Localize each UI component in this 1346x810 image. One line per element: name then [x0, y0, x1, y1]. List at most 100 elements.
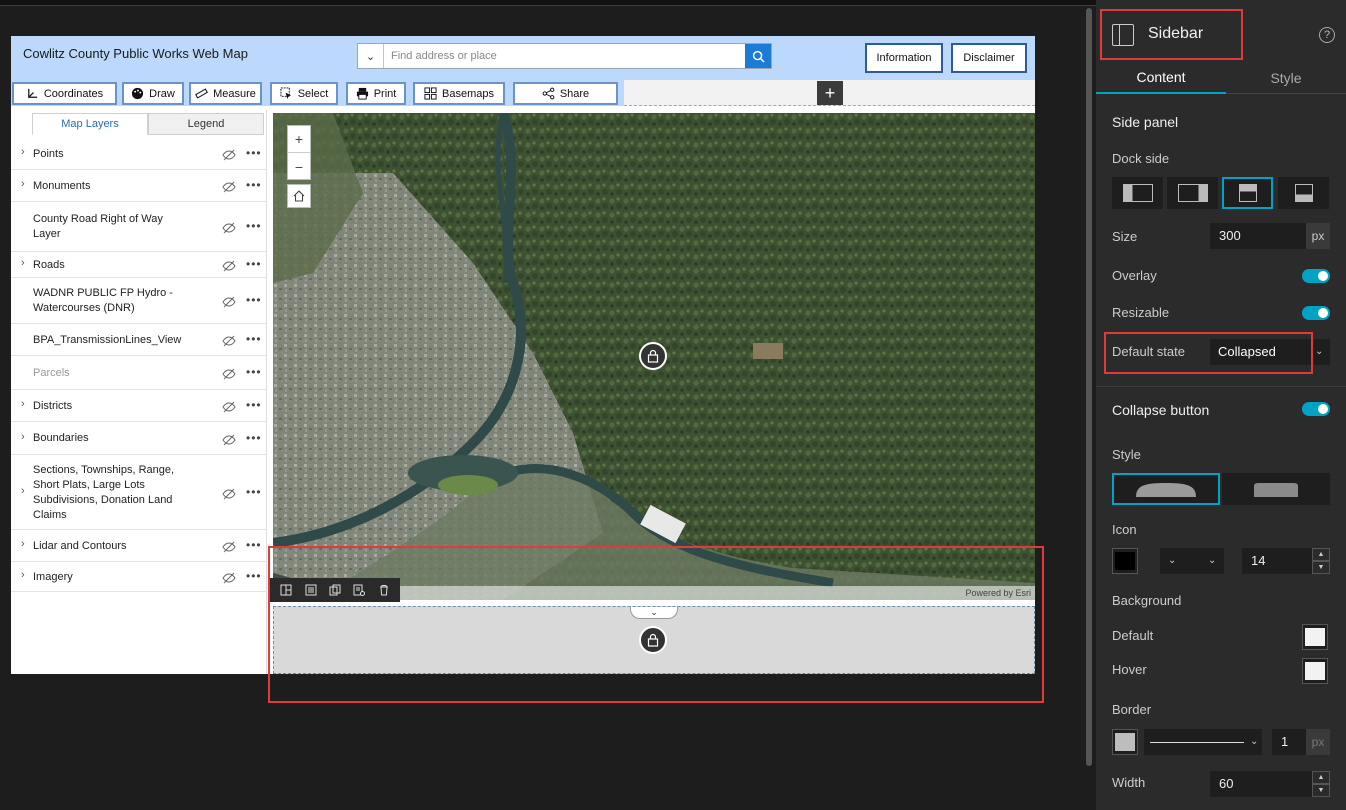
width-stepper[interactable]: ▲ ▼: [1312, 771, 1330, 797]
layer-row[interactable]: › Sections, Townships, Range, Short Plats…: [11, 455, 267, 530]
layer-row[interactable]: › Lidar and Contours •••: [11, 530, 267, 562]
more-options-icon[interactable]: •••: [246, 293, 262, 307]
canvas-scrollbar[interactable]: [1086, 8, 1092, 766]
more-options-icon[interactable]: •••: [246, 332, 262, 346]
collapse-button[interactable]: ⌄: [630, 607, 678, 619]
search-button[interactable]: [745, 44, 771, 68]
chevron-right-icon[interactable]: ›: [21, 569, 25, 581]
border-color-swatch[interactable]: [1112, 729, 1138, 755]
layer-row[interactable]: › Roads •••: [11, 252, 267, 278]
zoom-out-button[interactable]: −: [288, 153, 310, 180]
visibility-off-icon[interactable]: [222, 295, 236, 308]
list-icon[interactable]: [304, 583, 318, 597]
measure-button[interactable]: Measure: [189, 82, 262, 105]
tab-content[interactable]: Content: [1096, 62, 1226, 94]
dock-bottom-option[interactable]: [1278, 177, 1329, 209]
lock-icon[interactable]: [639, 626, 667, 654]
overlay-toggle[interactable]: [1302, 269, 1330, 283]
layer-row[interactable]: County Road Right of Way Layer •••: [11, 202, 267, 252]
icon-size-input[interactable]: 14: [1242, 548, 1312, 574]
trash-icon[interactable]: [377, 583, 391, 597]
dock-left-option[interactable]: [1112, 177, 1163, 209]
style-square-option[interactable]: [1222, 473, 1330, 505]
visibility-off-icon[interactable]: [222, 221, 236, 234]
share-button[interactable]: Share: [513, 82, 618, 105]
visibility-off-icon[interactable]: [222, 259, 236, 272]
print-button[interactable]: Print: [346, 82, 406, 105]
chevron-right-icon[interactable]: ›: [21, 146, 25, 158]
layout-settings-icon[interactable]: [279, 583, 293, 597]
visibility-off-icon[interactable]: [222, 148, 236, 161]
icon-size-stepper[interactable]: ▲ ▼: [1312, 548, 1330, 574]
layer-row[interactable]: › Imagery •••: [11, 562, 267, 592]
more-options-icon[interactable]: •••: [246, 398, 262, 412]
chevron-up-icon[interactable]: ▲: [1312, 771, 1330, 784]
chevron-right-icon[interactable]: ›: [21, 398, 25, 410]
layer-row[interactable]: WADNR PUBLIC FP Hydro - Watercourses (DN…: [11, 278, 267, 324]
visibility-off-icon[interactable]: [222, 571, 236, 584]
chevron-down-icon[interactable]: ▼: [1312, 784, 1330, 797]
default-state-select[interactable]: Collapsed: [1210, 339, 1330, 365]
chevron-down-icon[interactable]: ▼: [1312, 561, 1330, 574]
visibility-off-icon[interactable]: [222, 180, 236, 193]
disclaimer-button[interactable]: Disclaimer: [951, 43, 1027, 73]
visibility-off-icon[interactable]: [222, 400, 236, 413]
search-box[interactable]: ⌄ Find address or place: [357, 43, 772, 69]
border-width-input[interactable]: 1: [1272, 729, 1306, 755]
lock-icon[interactable]: [639, 342, 667, 370]
resizable-toggle[interactable]: [1302, 306, 1330, 320]
chevron-right-icon[interactable]: ›: [21, 178, 25, 190]
collapse-button-toggle[interactable]: [1302, 402, 1330, 416]
dock-right-option[interactable]: [1167, 177, 1218, 209]
zoom-in-button[interactable]: +: [288, 126, 310, 153]
style-rounded-option[interactable]: [1112, 473, 1220, 505]
search-input[interactable]: Find address or place: [384, 44, 745, 68]
layer-row[interactable]: Parcels •••: [11, 356, 267, 390]
draw-button[interactable]: Draw: [122, 82, 184, 105]
layer-row[interactable]: BPA_TransmissionLines_View •••: [11, 324, 267, 356]
tab-style[interactable]: Style: [1226, 62, 1346, 94]
dock-top-option[interactable]: [1222, 177, 1273, 209]
visibility-off-icon[interactable]: [222, 540, 236, 553]
more-options-icon[interactable]: •••: [246, 257, 262, 271]
bg-default-swatch[interactable]: [1302, 624, 1328, 650]
add-widget-button[interactable]: +: [817, 81, 843, 105]
size-unit[interactable]: px: [1306, 223, 1330, 249]
chevron-right-icon[interactable]: ›: [21, 257, 25, 269]
tab-legend[interactable]: Legend: [148, 113, 264, 135]
remove-from-layout-icon[interactable]: [352, 583, 366, 597]
chevron-right-icon[interactable]: ›: [21, 431, 25, 443]
help-icon[interactable]: ?: [1319, 27, 1335, 43]
border-unit[interactable]: px: [1306, 729, 1330, 755]
chevron-right-icon[interactable]: ›: [21, 538, 25, 550]
more-options-icon[interactable]: •••: [246, 569, 262, 583]
home-button[interactable]: [287, 184, 311, 208]
basemaps-button[interactable]: Basemaps: [413, 82, 505, 105]
tab-map-layers[interactable]: Map Layers: [32, 113, 148, 135]
size-input[interactable]: 300: [1210, 223, 1306, 249]
layer-row[interactable]: › Districts •••: [11, 390, 267, 422]
more-options-icon[interactable]: •••: [246, 146, 262, 160]
width-input[interactable]: 60: [1210, 771, 1312, 797]
information-button[interactable]: Information: [865, 43, 943, 73]
icon-color-swatch[interactable]: [1112, 548, 1138, 574]
chevron-right-icon[interactable]: ›: [21, 485, 25, 497]
chevron-down-icon[interactable]: ⌄: [358, 44, 384, 68]
coordinates-button[interactable]: Coordinates: [12, 82, 117, 105]
more-options-icon[interactable]: •••: [246, 431, 262, 445]
duplicate-icon[interactable]: [328, 583, 342, 597]
more-options-icon[interactable]: •••: [246, 219, 262, 233]
more-options-icon[interactable]: •••: [246, 365, 262, 379]
bg-hover-swatch[interactable]: [1302, 658, 1328, 684]
more-options-icon[interactable]: •••: [246, 538, 262, 552]
select-button[interactable]: Select: [270, 82, 338, 105]
layer-row[interactable]: › Boundaries •••: [11, 422, 267, 455]
more-options-icon[interactable]: •••: [246, 178, 262, 192]
chevron-up-icon[interactable]: ▲: [1312, 548, 1330, 561]
layer-row[interactable]: › Monuments •••: [11, 170, 267, 202]
visibility-off-icon[interactable]: [222, 334, 236, 347]
visibility-off-icon[interactable]: [222, 487, 236, 500]
more-options-icon[interactable]: •••: [246, 485, 262, 499]
layer-row[interactable]: › Points •••: [11, 138, 267, 170]
visibility-off-icon[interactable]: [222, 367, 236, 380]
